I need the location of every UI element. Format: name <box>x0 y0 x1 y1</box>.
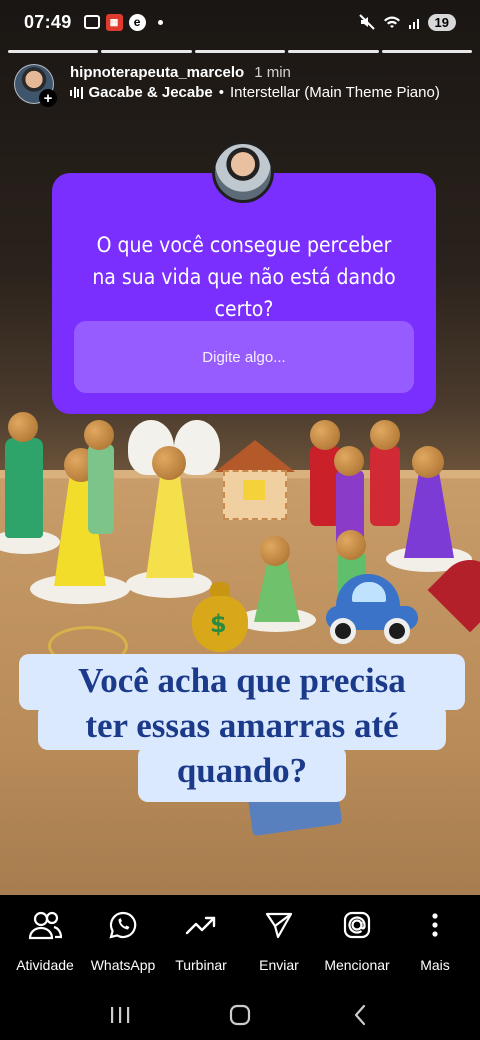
mention-button[interactable]: Mencionar <box>318 895 396 990</box>
caption-line: quando? <box>138 746 346 802</box>
back-button[interactable] <box>330 995 390 1035</box>
figure-green-small <box>236 536 316 636</box>
story-action-bar: Atividade WhatsApp Turbinar Enviar Menci… <box>0 895 480 990</box>
action-label: WhatsApp <box>90 957 156 973</box>
home-button[interactable] <box>210 995 270 1035</box>
status-time: 07:49 <box>24 11 72 32</box>
question-sticker-avatar <box>212 141 274 203</box>
question-text: O que você consegue perceber na sua vida… <box>92 233 396 321</box>
question-answer-input[interactable]: Digite algo... <box>74 321 414 393</box>
status-bar: 07:49 ▦ e 19 <box>0 0 480 44</box>
figure-green <box>0 412 60 554</box>
more-notifications-dot <box>157 19 163 25</box>
story-time: 1 min <box>254 64 291 81</box>
progress-segment <box>288 50 379 53</box>
question-placeholder: Digite algo... <box>202 348 286 366</box>
action-label: Turbinar <box>175 957 227 973</box>
screen-record-icon <box>83 15 100 29</box>
at-icon <box>343 911 371 939</box>
caption-line: Você acha que precisa <box>19 654 465 710</box>
progress-segment <box>381 50 473 53</box>
music-info[interactable]: Gacabe & Jecabe • Interstellar (Main The… <box>70 84 440 101</box>
activity-button[interactable]: Atividade <box>6 895 84 990</box>
music-title: Interstellar (Main Theme Piano) <box>230 84 440 101</box>
signal-icon <box>408 19 419 29</box>
figure-lightgreen <box>80 420 120 540</box>
progress-segment <box>194 50 286 53</box>
recents-icon <box>111 1007 130 1023</box>
figure-yellow-2 <box>126 446 212 598</box>
username[interactable]: hipnoterapeuta_marcelo <box>70 64 244 81</box>
music-artist: Gacabe & Jecabe <box>88 84 213 101</box>
story-progress-bar <box>8 50 473 53</box>
car-figure <box>322 570 422 650</box>
home-icon <box>229 1004 251 1026</box>
whatsapp-button[interactable]: WhatsApp <box>84 895 162 990</box>
people-icon <box>28 911 62 940</box>
mute-icon <box>358 14 375 30</box>
profile-avatar[interactable]: + <box>14 64 57 107</box>
progress-segment <box>8 50 99 53</box>
back-icon <box>354 1004 366 1026</box>
story-header: + hipnoterapeuta_marcelo 1 min Gacabe & … <box>14 64 466 108</box>
house-figure <box>215 440 295 520</box>
more-button[interactable]: Mais <box>396 895 474 990</box>
trending-up-icon <box>185 916 216 935</box>
add-story-icon[interactable]: + <box>39 89 57 107</box>
music-separator: • <box>218 84 225 101</box>
app-notification-icon: ▦ <box>105 13 123 31</box>
battery-indicator: 19 <box>427 13 456 31</box>
music-bars-icon <box>70 86 83 99</box>
action-label: Atividade <box>16 957 74 973</box>
question-sticker: O que você consegue perceber na sua vida… <box>52 173 436 414</box>
figure-purple-2 <box>386 446 472 576</box>
send-button[interactable]: Enviar <box>240 895 318 990</box>
action-label: Mais <box>420 957 450 973</box>
wifi-icon <box>383 16 400 28</box>
boost-button[interactable]: Turbinar <box>162 895 240 990</box>
e-app-icon: e <box>128 13 146 31</box>
action-label: Mencionar <box>324 957 390 973</box>
progress-segment <box>101 50 192 53</box>
money-bag-figure: $ <box>192 582 248 652</box>
send-icon <box>265 912 293 939</box>
action-label: Enviar <box>259 957 299 973</box>
story-caption: Você acha que precisa ter essas amarras … <box>0 654 480 804</box>
more-vertical-icon <box>432 913 438 937</box>
recents-button[interactable] <box>90 995 150 1035</box>
caption-line: ter essas amarras até <box>38 704 446 750</box>
whatsapp-icon <box>109 911 137 939</box>
android-nav-bar <box>0 990 480 1040</box>
